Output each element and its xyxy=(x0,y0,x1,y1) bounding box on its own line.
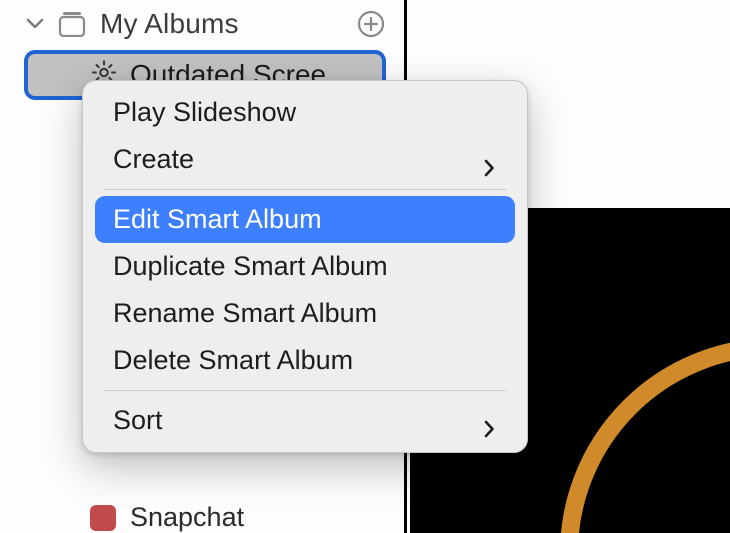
menu-item-label: Play Slideshow xyxy=(113,97,296,128)
menu-item-label: Duplicate Smart Album xyxy=(113,251,388,282)
menu-item-label: Delete Smart Album xyxy=(113,345,353,376)
menu-item-play-slideshow[interactable]: Play Slideshow xyxy=(83,89,527,136)
album-label: Snapchat xyxy=(130,502,244,533)
menu-item-edit-smart-album[interactable]: Edit Smart Album xyxy=(95,196,515,243)
add-album-button[interactable] xyxy=(356,9,386,39)
menu-separator xyxy=(103,189,507,190)
chevron-right-icon xyxy=(483,414,497,428)
menu-item-rename-smart-album[interactable]: Rename Smart Album xyxy=(83,290,527,337)
photo-content-ring xyxy=(560,338,730,533)
album-thumbnail xyxy=(90,505,116,531)
context-menu: Play Slideshow Create Edit Smart Album D… xyxy=(82,80,528,453)
menu-separator xyxy=(103,390,507,391)
chevron-right-icon xyxy=(483,153,497,167)
sidebar-item-album-peek[interactable]: Snapchat xyxy=(90,502,244,533)
menu-item-label: Sort xyxy=(113,405,163,436)
menu-item-label: Edit Smart Album xyxy=(113,204,322,235)
menu-item-duplicate-smart-album[interactable]: Duplicate Smart Album xyxy=(83,243,527,290)
menu-item-label: Rename Smart Album xyxy=(113,298,377,329)
albums-stack-icon xyxy=(58,11,86,37)
menu-item-sort[interactable]: Sort xyxy=(83,397,527,444)
menu-item-label: Create xyxy=(113,144,194,175)
menu-item-delete-smart-album[interactable]: Delete Smart Album xyxy=(83,337,527,384)
albums-section-header[interactable]: My Albums xyxy=(0,0,404,48)
chevron-down-icon[interactable] xyxy=(26,15,44,33)
menu-item-create[interactable]: Create xyxy=(83,136,527,183)
section-title: My Albums xyxy=(100,8,342,40)
